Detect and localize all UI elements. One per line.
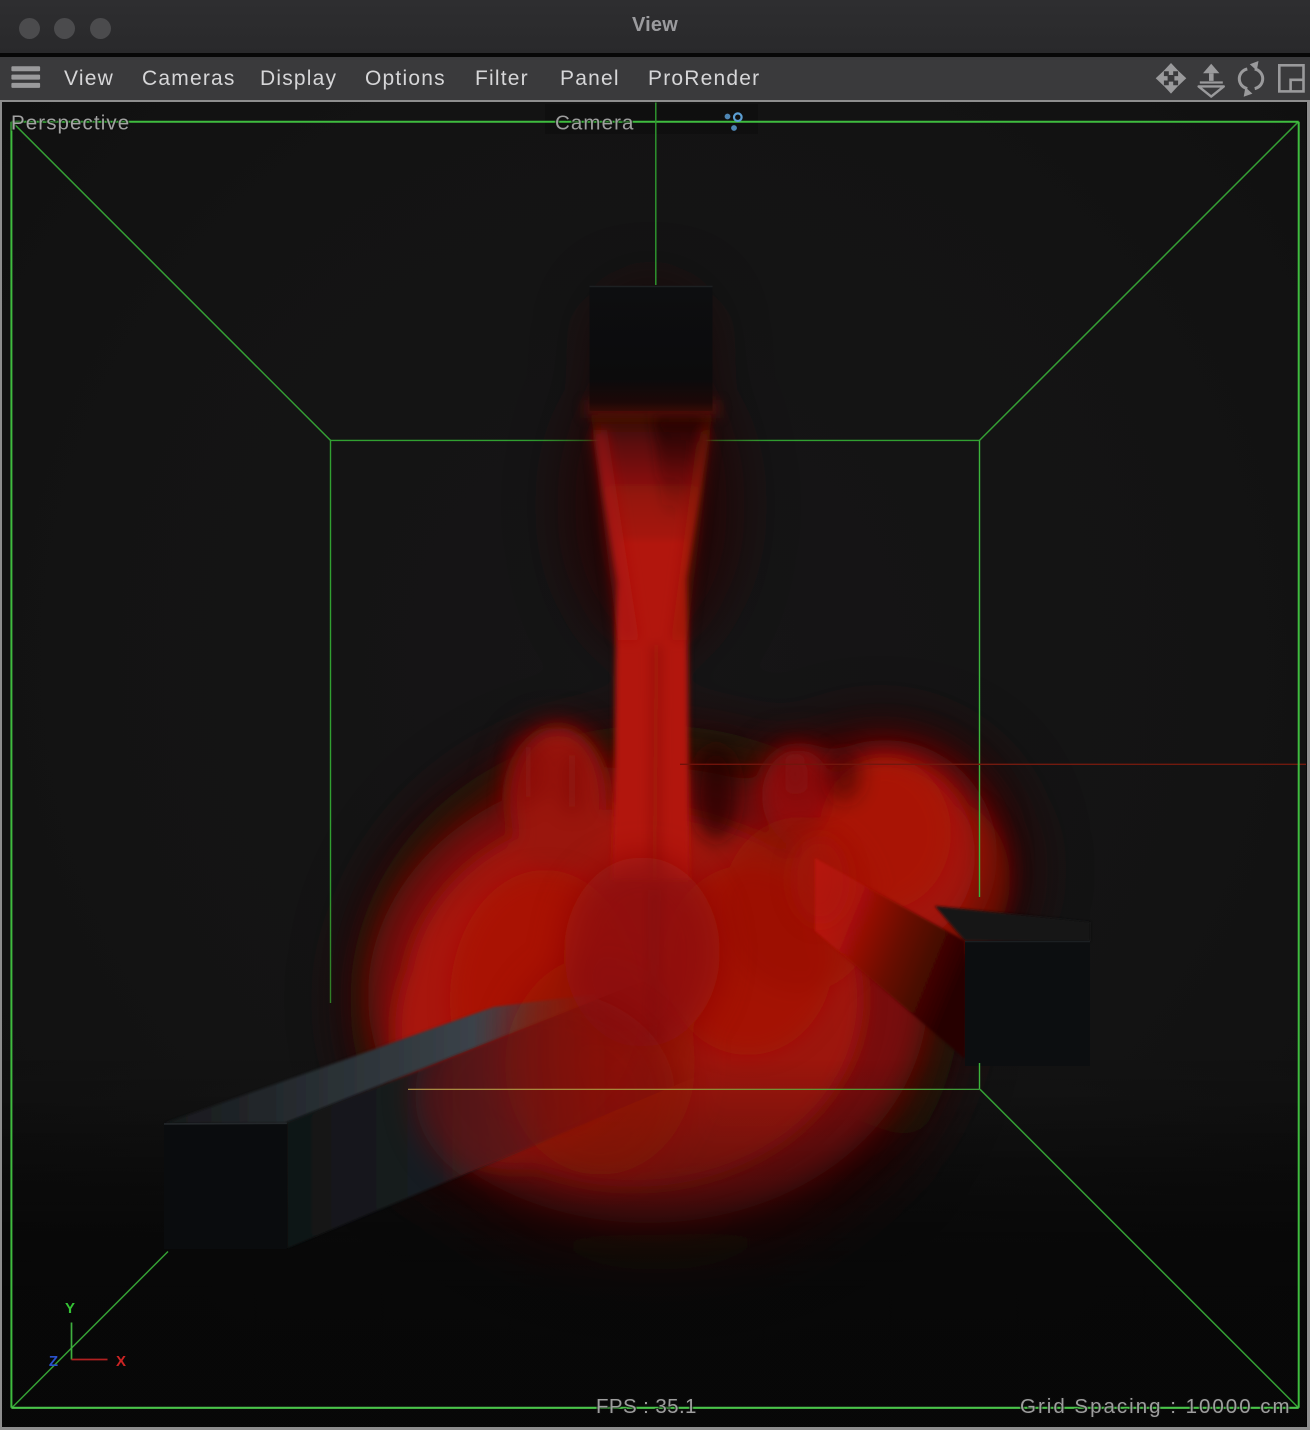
svg-text:Camera: Camera bbox=[555, 112, 635, 135]
svg-text:X: X bbox=[116, 1353, 126, 1370]
svg-text:Grid Spacing : 10000 cm: Grid Spacing : 10000 cm bbox=[1020, 1395, 1292, 1418]
svg-text:FPS : 35.1: FPS : 35.1 bbox=[596, 1395, 697, 1418]
svg-text:Z: Z bbox=[49, 1353, 58, 1370]
svg-text:Perspective: Perspective bbox=[11, 112, 130, 135]
svg-text:Y: Y bbox=[65, 1300, 75, 1317]
